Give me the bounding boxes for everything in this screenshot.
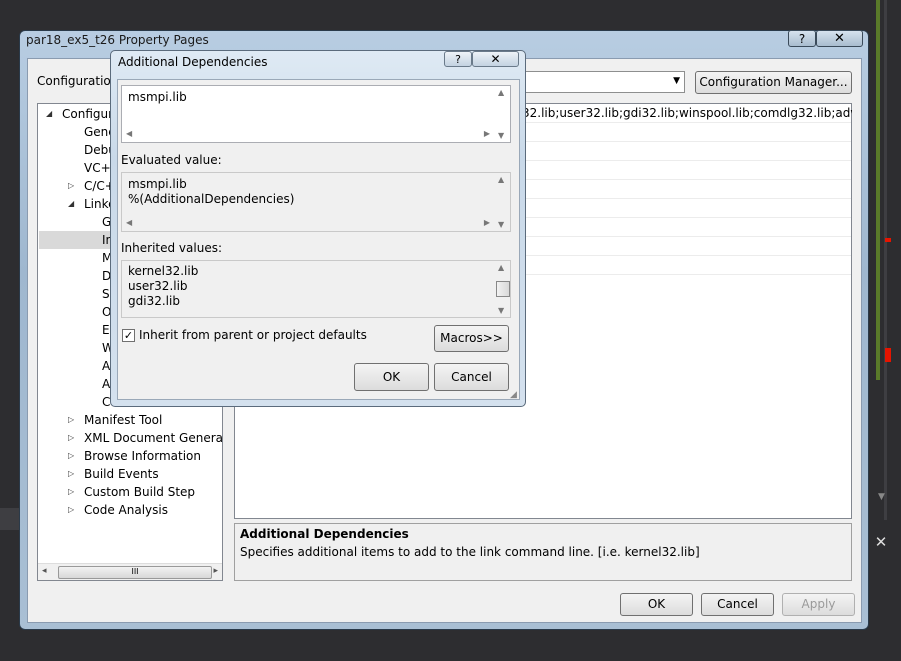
inherit-checkbox-label[interactable]: Inherit from parent or project defaults	[139, 328, 367, 342]
tree-item[interactable]: A	[102, 375, 110, 393]
inherited-line: gdi32.lib	[128, 294, 180, 308]
window-title: par18_ex5_t26 Property Pages	[26, 33, 209, 47]
tree-item[interactable]: Code Analysis	[84, 501, 168, 519]
ide-error-marker	[885, 348, 891, 362]
configuration-label: Configuration	[37, 74, 119, 88]
expand-arrow-icon[interactable]: ▷	[68, 433, 74, 442]
macros-button[interactable]: Macros>>	[434, 325, 509, 352]
scroll-left-icon[interactable]: ◀	[126, 218, 132, 227]
grid-value-additional-dependencies[interactable]: 32.lib;user32.lib;gdi32.lib;winspool.lib…	[522, 106, 852, 122]
ide-titlebar	[0, 0, 901, 30]
dialog-ok-button[interactable]: OK	[354, 363, 429, 391]
scroll-up-icon[interactable]: ▲	[498, 263, 504, 272]
ide-panel-edge	[0, 508, 20, 530]
platform-dropdown[interactable]: ▼	[520, 71, 685, 93]
dialog-help-button[interactable]: ?	[444, 51, 472, 67]
scroll-down-icon[interactable]: ▼	[498, 131, 504, 140]
dependencies-input[interactable]: msmpi.lib ▲ ▼ ◀ ▶	[121, 85, 511, 143]
ide-scroll-indicator	[876, 0, 880, 380]
scroll-up-icon[interactable]: ▲	[498, 175, 504, 184]
scroll-left-icon[interactable]: ◀	[126, 129, 132, 138]
scroll-up-icon[interactable]: ▲	[498, 88, 504, 97]
description-title: Additional Dependencies	[240, 527, 409, 541]
expand-arrow-icon[interactable]: ▷	[68, 469, 74, 478]
resize-grip-icon[interactable]: ◢	[510, 390, 517, 400]
inherited-values-box: kernel32.lib user32.lib gdi32.lib ▲ ▼	[121, 260, 511, 318]
ok-button[interactable]: OK	[620, 593, 693, 616]
scroll-right-icon[interactable]: ▶	[484, 218, 490, 227]
evaluated-line: %(AdditionalDependencies)	[128, 192, 295, 206]
tree-item[interactable]: Manifest Tool	[84, 411, 162, 429]
scroll-down-icon[interactable]: ▼	[498, 306, 504, 315]
expand-arrow-icon[interactable]: ▷	[68, 505, 74, 514]
close-icon[interactable]: ✕	[872, 533, 890, 551]
dialog-cancel-button[interactable]: Cancel	[434, 363, 509, 391]
ide-scrollbar-track[interactable]	[884, 0, 887, 520]
tree-item[interactable]: Configur	[62, 105, 113, 123]
chevron-down-icon[interactable]: ▼	[878, 492, 888, 502]
evaluated-value-box: msmpi.lib %(AdditionalDependencies) ▲ ▼ …	[121, 172, 511, 232]
dialog-title: Additional Dependencies	[118, 55, 268, 69]
tree-item[interactable]: Custom Build Step	[84, 483, 195, 501]
inherited-values-label: Inherited values:	[121, 241, 222, 255]
evaluated-value-label: Evaluated value:	[121, 153, 222, 167]
tree-item[interactable]: Browse Information	[84, 447, 201, 465]
description-text: Specifies additional items to add to the…	[240, 545, 700, 559]
collapse-arrow-icon[interactable]: ◢	[46, 109, 52, 118]
cancel-button[interactable]: Cancel	[701, 593, 774, 616]
scroll-down-icon[interactable]: ▼	[498, 220, 504, 229]
expand-arrow-icon[interactable]: ▷	[68, 415, 74, 424]
expand-arrow-icon[interactable]: ▷	[68, 451, 74, 460]
scroll-left-icon[interactable]: ◂	[42, 566, 47, 576]
inherited-line: kernel32.lib	[128, 264, 199, 278]
vertical-scrollbar[interactable]: ▲ ▼	[494, 261, 510, 317]
tree-item[interactable]: Build Events	[84, 465, 159, 483]
inherit-checkbox[interactable]: ✓	[122, 329, 135, 342]
scroll-right-icon[interactable]: ▸	[213, 566, 218, 576]
inherited-line: user32.lib	[128, 279, 188, 293]
vertical-scrollbar[interactable]: ▲ ▼	[494, 173, 510, 231]
scroll-thumb[interactable]: III	[58, 566, 212, 579]
evaluated-line: msmpi.lib	[128, 177, 187, 191]
horizontal-scrollbar[interactable]: ◀ ▶	[122, 128, 494, 142]
close-button[interactable]: ✕	[816, 30, 863, 47]
configuration-manager-button[interactable]: Configuration Manager...	[695, 71, 852, 94]
chevron-down-icon: ▼	[673, 76, 680, 86]
expand-arrow-icon[interactable]: ▷	[68, 181, 74, 190]
tree-item[interactable]: A	[102, 357, 110, 375]
ide-status-area	[0, 630, 901, 661]
tree-item[interactable]: XML Document Generator	[84, 429, 222, 447]
help-button[interactable]: ?	[788, 30, 816, 47]
horizontal-scrollbar[interactable]: ◀ ▶	[122, 217, 494, 231]
vertical-scrollbar[interactable]: ▲ ▼	[494, 86, 510, 142]
apply-button[interactable]: Apply	[782, 593, 855, 616]
dependencies-input-text[interactable]: msmpi.lib	[128, 90, 187, 104]
tree-horizontal-scrollbar[interactable]: ◂ III ▸	[38, 563, 222, 580]
scroll-thumb[interactable]	[496, 281, 510, 297]
dialog-close-button[interactable]: ✕	[472, 51, 519, 67]
scroll-right-icon[interactable]: ▶	[484, 129, 490, 138]
collapse-arrow-icon[interactable]: ◢	[68, 199, 74, 208]
ide-error-marker	[885, 238, 891, 242]
expand-arrow-icon[interactable]: ▷	[68, 487, 74, 496]
